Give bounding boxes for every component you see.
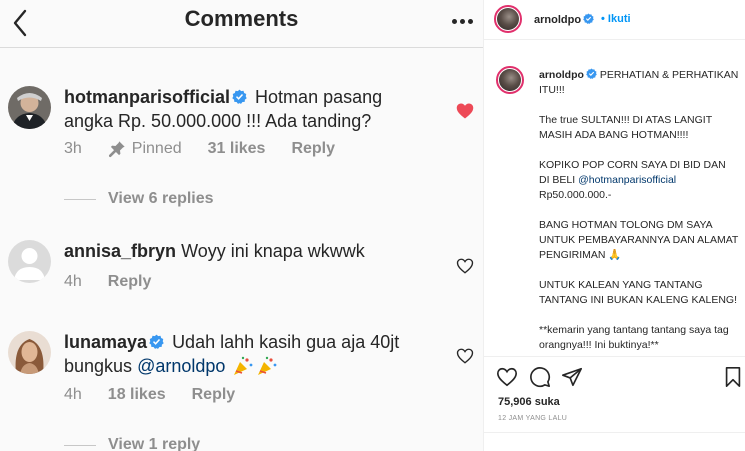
verified-badge-icon: [586, 68, 597, 79]
heart-filled-icon[interactable]: [456, 102, 474, 120]
dot-icon: [460, 18, 465, 24]
caption-username[interactable]: arnoldpo: [539, 69, 584, 81]
caption-paragraph: UNTUK KALEAN YANG TANTANG TANTANG INI BU…: [539, 279, 737, 306]
caption-paragraph: BANG HOTMAN TOLONG DM SAYA UNTUK PEMBAYA…: [539, 219, 739, 261]
comment-username[interactable]: hotmanparisofficial: [64, 87, 230, 107]
post-actions: 75,906 suka 12 JAM YANG LALU: [484, 356, 745, 451]
reply-button[interactable]: Reply: [192, 386, 236, 404]
dot-icon: [468, 18, 473, 24]
party-popper-icon: [234, 356, 253, 375]
verified-badge-icon: [583, 13, 594, 24]
view-replies-button[interactable]: View 1 reply: [64, 436, 200, 451]
mention-link[interactable]: @arnoldpo: [137, 356, 225, 376]
default-avatar-icon: [8, 240, 51, 283]
post-header: arnoldpo • Ikuti: [484, 0, 745, 40]
reply-button[interactable]: Reply: [291, 140, 335, 158]
post-panel: arnoldpo • Ikuti arnoldpo PERHATIAN & PE…: [483, 0, 745, 451]
avatar[interactable]: [8, 86, 51, 129]
heart-outline-icon[interactable]: [496, 366, 518, 388]
pin-icon: [108, 141, 125, 158]
view-replies-button[interactable]: View 6 replies: [64, 190, 214, 208]
comment-text: Woyy ini knapa wkwwk: [181, 241, 365, 261]
verified-badge-icon: [232, 89, 247, 104]
pinned-label: Pinned: [131, 140, 182, 157]
avatar[interactable]: [494, 5, 522, 33]
post-username[interactable]: arnoldpo: [534, 13, 594, 26]
caption-amount: Rp50.000.000.-: [539, 189, 612, 201]
comment-time: 3h: [64, 140, 82, 157]
post-likes-count[interactable]: 75,906 suka: [498, 396, 560, 408]
avatar[interactable]: [8, 331, 51, 374]
post-caption: arnoldpo PERHATIAN & PERHATIKAN ITU!!! T…: [539, 68, 739, 355]
post-timestamp: 12 JAM YANG LALU: [498, 415, 568, 422]
divider: [484, 432, 745, 433]
reply-button[interactable]: Reply: [108, 273, 152, 291]
comment-meta: 4h 18 likes Reply: [64, 386, 235, 404]
heart-outline-icon[interactable]: [456, 347, 474, 365]
dot-icon: [452, 18, 457, 24]
follow-button[interactable]: • Ikuti: [601, 13, 631, 25]
comment-body: lunamaya Udah lahh kasih gua aja 40jt bu…: [64, 330, 423, 378]
comment-icon[interactable]: [529, 366, 551, 388]
comment-meta: 3h Pinned 31 likes Reply: [64, 140, 335, 158]
view-replies-label: View 6 replies: [108, 190, 214, 207]
bookmark-icon[interactable]: [722, 366, 744, 388]
comment-body: hotmanparisofficial Hotman pasang angka …: [64, 85, 423, 133]
comments-screen: Comments hotmanparisofficial Hotman pasa…: [0, 0, 483, 451]
likes-count[interactable]: 18 likes: [108, 386, 166, 404]
more-options-button[interactable]: [452, 17, 476, 25]
share-icon[interactable]: [561, 366, 583, 388]
comment-meta: 4h Reply: [64, 273, 151, 291]
comment-username[interactable]: lunamaya: [64, 332, 147, 352]
avatar-photo: [8, 331, 51, 374]
page-title: Comments: [184, 6, 299, 31]
comment-time: 4h: [64, 273, 82, 290]
divider: [64, 198, 96, 200]
comments-header: Comments: [0, 0, 483, 48]
view-replies-label: View 1 reply: [108, 436, 201, 451]
caption-paragraph: The true SULTAN!!! DI ATAS LANGIT MASIH …: [539, 114, 712, 141]
mention-link[interactable]: @hotmanparisofficial: [578, 174, 676, 186]
comment-time: 4h: [64, 386, 82, 403]
avatar[interactable]: [496, 66, 524, 94]
comment-body: annisa_fbryn Woyy ini knapa wkwwk: [64, 239, 423, 263]
avatar[interactable]: [8, 240, 51, 283]
party-popper-icon: [258, 356, 277, 375]
divider: [64, 444, 96, 446]
caption-paragraph: **kemarin yang tantang tantang saya tag …: [539, 324, 729, 351]
heart-outline-icon[interactable]: [456, 257, 474, 275]
comment-username[interactable]: annisa_fbryn: [64, 241, 176, 261]
likes-count[interactable]: 31 likes: [208, 140, 266, 158]
verified-badge-icon: [149, 334, 164, 349]
avatar-photo: [8, 86, 51, 129]
